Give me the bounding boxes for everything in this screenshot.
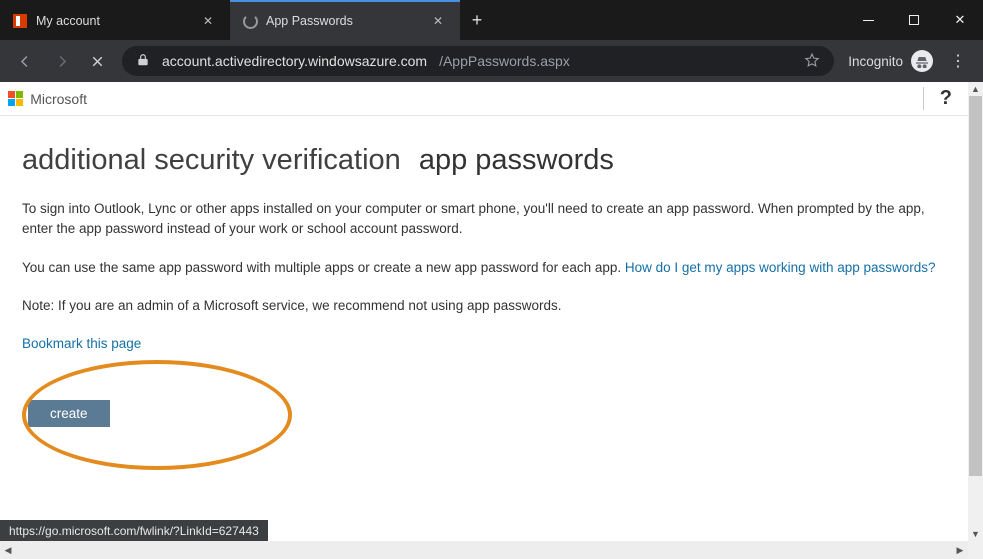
lock-icon [136,53,150,70]
stop-loading-icon [89,53,106,70]
url-path: /AppPasswords.aspx [439,53,570,69]
scroll-right-icon[interactable]: ▶ [952,541,968,559]
tab-close-icon[interactable]: ✕ [430,14,446,28]
url-host: account.activedirectory.windowsazure.com [162,53,427,69]
arrow-left-icon [17,53,34,70]
scroll-left-icon[interactable]: ◀ [0,541,16,559]
tab-close-icon[interactable]: ✕ [200,14,216,28]
tab-label: My account [36,14,192,28]
microsoft-logo-text: Microsoft [30,91,87,107]
minimize-icon [863,20,874,21]
status-bar: https://go.microsoft.com/fwlink/?LinkId=… [0,520,268,541]
vertical-scrollbar[interactable]: ▲ ▼ [968,82,983,541]
intro-paragraph-2-text: You can use the same app password with m… [22,260,625,275]
incognito-indicator[interactable]: Incognito [842,50,939,72]
main-content: additional security verification app pas… [0,116,968,470]
create-button[interactable]: create [28,400,110,427]
tab-my-account[interactable]: My account ✕ [0,0,230,40]
address-bar[interactable]: account.activedirectory.windowsazure.com… [122,46,834,76]
page-title: additional security verification app pas… [22,144,946,177]
browser-toolbar: account.activedirectory.windowsazure.com… [0,40,983,82]
bookmark-page-link[interactable]: Bookmark this page [22,336,141,351]
page-viewport: Microsoft ? additional security verifica… [0,82,983,559]
browser-menu-button[interactable]: ⋮ [941,51,975,71]
site-header: Microsoft ? [0,82,968,116]
status-url: https://go.microsoft.com/fwlink/?LinkId=… [9,524,259,538]
window-maximize-button[interactable] [891,0,937,40]
scrollbar-corner [968,541,983,559]
arrow-right-icon [53,53,70,70]
intro-paragraph-1: To sign into Outlook, Lync or other apps… [22,199,942,240]
tab-app-passwords[interactable]: App Passwords ✕ [230,0,460,40]
nav-forward-button[interactable] [44,44,78,78]
window-minimize-button[interactable] [845,0,891,40]
incognito-label: Incognito [848,54,903,69]
browser-titlebar: My account ✕ App Passwords ✕ + ✕ [0,0,983,40]
loading-spinner-icon [242,13,258,29]
tab-label: App Passwords [266,14,422,28]
help-button[interactable]: ? [923,87,958,110]
window-close-button[interactable]: ✕ [937,0,983,40]
microsoft-logo-icon [8,91,23,106]
help-apps-link[interactable]: How do I get my apps working with app pa… [625,260,936,275]
microsoft-logo[interactable]: Microsoft [8,91,87,107]
title-secondary: app passwords [419,144,614,177]
nav-back-button[interactable] [8,44,42,78]
bookmark-star-icon[interactable] [804,52,820,71]
scroll-down-icon[interactable]: ▼ [968,527,983,541]
horizontal-scrollbar[interactable]: ◀ ▶ [0,541,968,559]
maximize-icon [909,15,919,25]
bookmark-row: Bookmark this page [22,334,942,354]
admin-note: Note: If you are an admin of a Microsoft… [22,296,942,316]
nav-stop-button[interactable] [80,44,114,78]
scroll-thumb[interactable] [969,96,982,476]
title-primary: additional security verification [22,144,401,177]
window-controls: ✕ [845,0,983,40]
scroll-up-icon[interactable]: ▲ [968,82,983,96]
create-section: create [22,360,292,470]
new-tab-button[interactable]: + [460,0,494,40]
intro-paragraph-2: You can use the same app password with m… [22,258,942,278]
close-icon: ✕ [955,12,966,28]
incognito-icon [911,50,933,72]
favicon-office-icon [12,13,28,29]
